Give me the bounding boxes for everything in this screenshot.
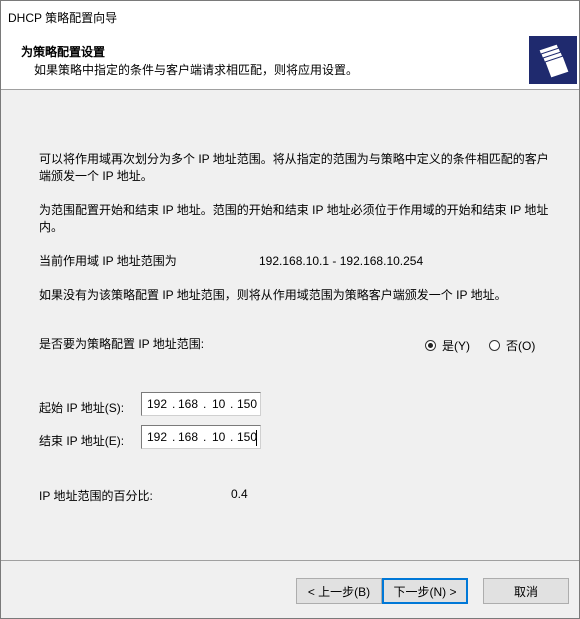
intro-line-1: 可以将作用域再次划分为多个 IP 地址范围。将从指定的范围为与策略中定义的条件相… [39, 152, 549, 166]
end-ip-octet-4[interactable]: 150 [237, 430, 257, 444]
start-ip-label: 起始 IP 地址(S): [39, 401, 125, 415]
range-percentage-label: IP 地址范围的百分比: [39, 489, 153, 503]
range-percentage-value: 0.4 [231, 487, 248, 501]
title-bar: DHCP 策略配置向导 [1, 1, 579, 31]
radio-yes[interactable]: 是(Y) [425, 337, 470, 354]
instructions-line-1: 为范围配置开始和结束 IP 地址。范围的开始和结束 IP 地址必须位于作用域的开… [39, 203, 549, 217]
configure-range-radio-group: 是(Y) 否(O) [425, 337, 555, 355]
radio-no[interactable]: 否(O) [489, 337, 535, 354]
next-button[interactable]: 下一步(N) > [382, 578, 468, 604]
cancel-button[interactable]: 取消 [483, 578, 569, 604]
header-title: 为策略配置设置 [21, 45, 106, 59]
no-range-note: 如果没有为该策略配置 IP 地址范围，则将从作用域范围为策略客户端颁发一个 IP… [39, 288, 507, 302]
window-title: DHCP 策略配置向导 [8, 11, 118, 25]
start-ip-dot-3: . [230, 397, 234, 411]
end-ip-input[interactable]: 192 . 168 . 10 . 150 [141, 425, 261, 449]
start-ip-octet-4[interactable]: 150 [237, 397, 257, 411]
scope-range-value: 192.168.10.1 - 192.168.10.254 [259, 254, 424, 268]
radio-yes-indicator[interactable] [425, 340, 436, 351]
back-button[interactable]: < 上一步(B) [296, 578, 382, 604]
end-ip-octet-2[interactable]: 168 [178, 430, 198, 444]
end-ip-label: 结束 IP 地址(E): [39, 434, 125, 448]
start-ip-dot-2: . [203, 397, 207, 411]
text-caret [256, 430, 257, 446]
intro-paragraph: 可以将作用域再次划分为多个 IP 地址范围。将从指定的范围为与策略中定义的条件相… [39, 151, 559, 185]
instructions-line-2: 内。 [39, 220, 64, 234]
radio-yes-label[interactable]: 是(Y) [442, 337, 470, 354]
start-ip-input[interactable]: 192 . 168 . 10 . 150 [141, 392, 261, 416]
end-ip-dot-1: . [172, 430, 176, 444]
start-ip-dot-1: . [172, 397, 176, 411]
header-subtitle: 如果策略中指定的条件与客户端请求相匹配，则将应用设置。 [34, 63, 359, 77]
start-ip-octet-1[interactable]: 192 [147, 397, 167, 411]
range-instructions: 为范围配置开始和结束 IP 地址。范围的开始和结束 IP 地址必须位于作用域的开… [39, 202, 559, 236]
end-ip-octet-3[interactable]: 10 [212, 430, 225, 444]
start-ip-octet-2[interactable]: 168 [178, 397, 198, 411]
end-ip-dot-3: . [230, 430, 234, 444]
wizard-content: 可以将作用域再次划分为多个 IP 地址范围。将从指定的范围为与策略中定义的条件相… [1, 90, 579, 560]
radio-no-label[interactable]: 否(O) [506, 337, 535, 354]
wizard-window: DHCP 策略配置向导 为策略配置设置 如果策略中指定的条件与客户端请求相匹配，… [0, 0, 580, 619]
radio-no-indicator[interactable] [489, 340, 500, 351]
start-ip-octet-3[interactable]: 10 [212, 397, 225, 411]
wizard-header: 为策略配置设置 如果策略中指定的条件与客户端请求相匹配，则将应用设置。 [1, 31, 579, 90]
footer-divider [1, 560, 579, 561]
end-ip-octet-1[interactable]: 192 [147, 430, 167, 444]
end-ip-dot-2: . [203, 430, 207, 444]
intro-line-2: 端颁发一个 IP 地址。 [39, 169, 153, 183]
folders-icon [529, 36, 577, 84]
